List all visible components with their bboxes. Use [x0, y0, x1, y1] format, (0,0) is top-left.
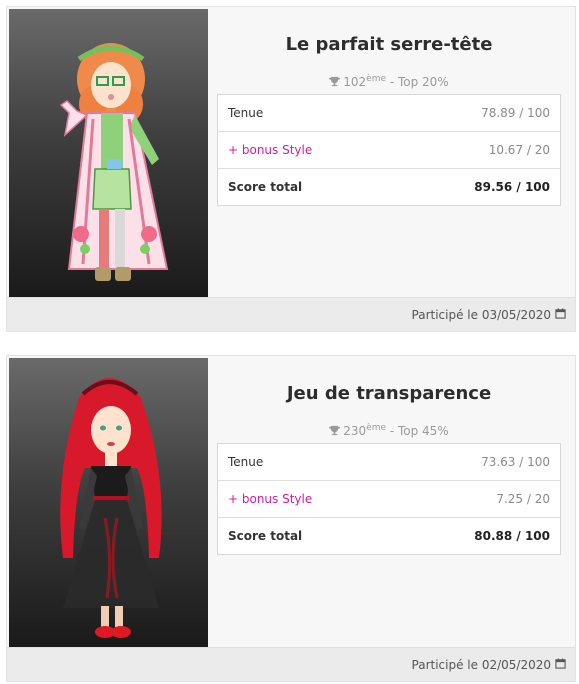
calendar-icon — [555, 657, 566, 672]
avatar[interactable] — [9, 358, 208, 647]
rank-number: 230 — [343, 424, 367, 438]
avatar-drawing — [60, 378, 162, 638]
avatar-drawing — [59, 43, 169, 281]
participation-date: Participé le 02/05/2020 — [411, 657, 551, 672]
score-row-bonus: + bonus Style 7.25 / 20 — [218, 481, 560, 518]
score-row-total: Score total 89.56 / 100 — [218, 169, 560, 205]
bonus-style-value: 10.67 / 20 — [488, 143, 550, 157]
tenue-value: 78.89 / 100 — [481, 106, 550, 120]
total-label: Score total — [228, 180, 303, 194]
tenue-value: 73.63 / 100 — [481, 455, 550, 469]
rank-suffix: ème — [366, 74, 387, 84]
participation-date: Participé le 03/05/2020 — [411, 307, 551, 322]
rank-number: 102 — [343, 75, 367, 89]
score-row-bonus: + bonus Style 10.67 / 20 — [218, 132, 560, 169]
participation-card: Jeu de transparence 230ème - Top 45% Ten… — [6, 355, 576, 682]
score-row-tenue: Tenue 78.89 / 100 — [218, 95, 560, 132]
card-footer: Participé le 02/05/2020 — [7, 647, 575, 681]
bonus-style-label: + bonus Style — [228, 492, 313, 506]
rank-top: - Top 45% — [386, 424, 449, 438]
score-row-total: Score total 80.88 / 100 — [218, 518, 560, 554]
rank-suffix: ème — [366, 423, 387, 433]
total-label: Score total — [228, 529, 303, 543]
score-row-tenue: Tenue 73.63 / 100 — [218, 444, 560, 481]
calendar-icon — [555, 307, 566, 322]
score-table: Tenue 78.89 / 100 + bonus Style 10.67 / … — [217, 94, 561, 206]
card-footer: Participé le 03/05/2020 — [7, 297, 575, 331]
bonus-style-label: + bonus Style — [228, 143, 313, 157]
score-table: Tenue 73.63 / 100 + bonus Style 7.25 / 2… — [217, 443, 561, 555]
participation-card: Le parfait serre-tête 102ème - Top 20% T… — [6, 6, 576, 332]
rank-text: 102ème - Top 20% — [217, 71, 561, 89]
tenue-label: Tenue — [228, 106, 264, 120]
total-value: 89.56 / 100 — [474, 180, 550, 194]
contest-title[interactable]: Le parfait serre-tête — [217, 33, 561, 57]
total-value: 80.88 / 100 — [474, 529, 550, 543]
rank-text: 230ème - Top 45% — [217, 420, 561, 438]
trophy-icon — [329, 424, 341, 440]
trophy-icon — [329, 75, 341, 91]
avatar[interactable] — [9, 9, 208, 298]
bonus-style-value: 7.25 / 20 — [496, 492, 550, 506]
rank-top: - Top 20% — [386, 75, 449, 89]
tenue-label: Tenue — [228, 455, 264, 469]
contest-title[interactable]: Jeu de transparence — [217, 382, 561, 406]
